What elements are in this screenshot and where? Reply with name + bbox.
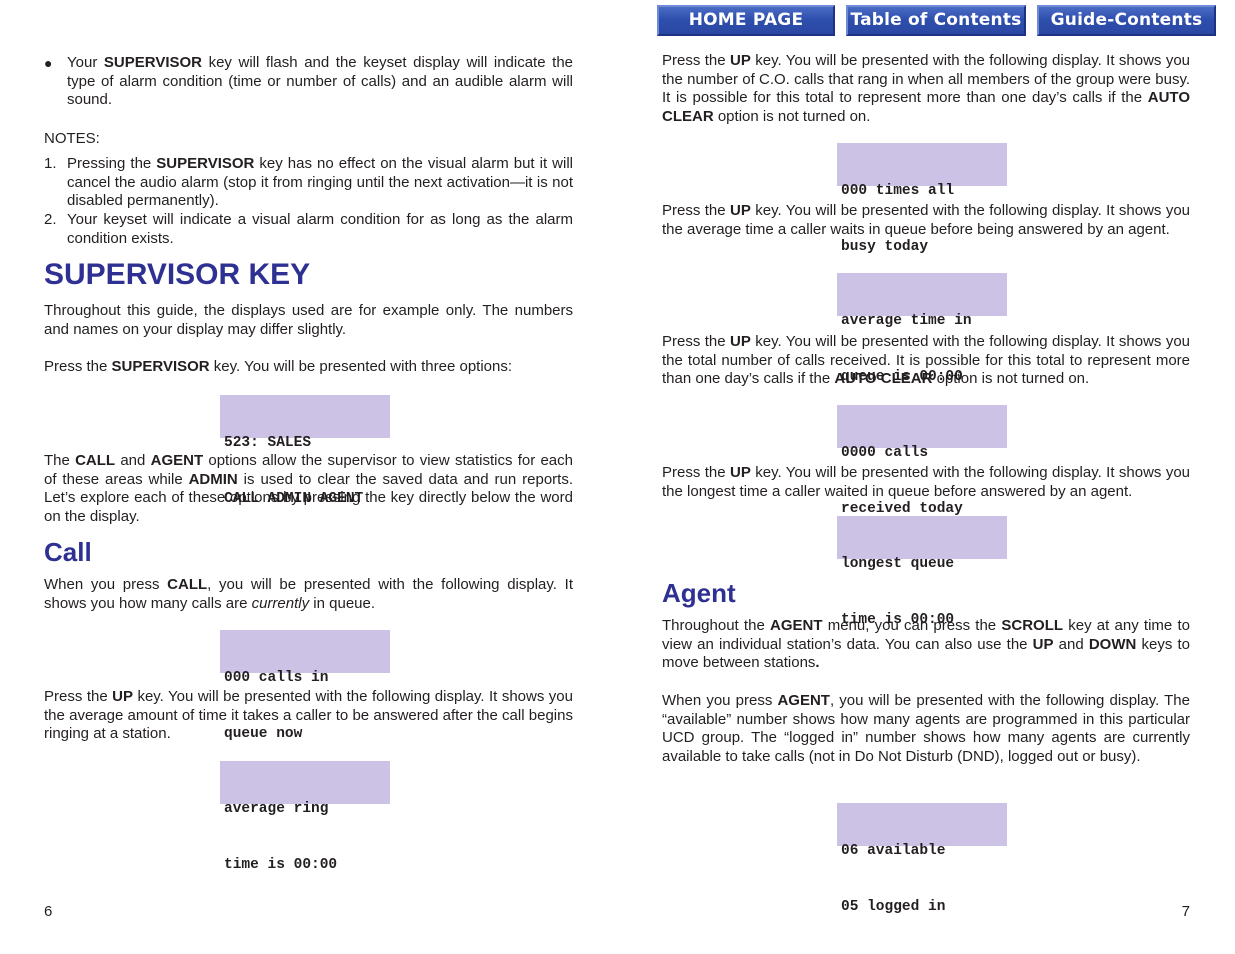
agent-scroll-paragraph: Throughout the AGENT menu, you can press… — [662, 617, 1190, 673]
up-total-paragraph: Press the UP key. You will be presented … — [662, 333, 1190, 389]
bold-text: UP — [1032, 635, 1054, 653]
bold-text: AUTO CLEAR — [834, 370, 933, 388]
lcd-line: busy today — [841, 238, 929, 255]
lcd-display-all-busy: 000 times all busy today — [837, 143, 1007, 255]
bold-text: CALL — [75, 452, 116, 469]
lcd-line: 000 times all — [841, 183, 955, 199]
text: Press the — [44, 358, 112, 375]
lcd-display-calls-received: 0000 calls received today — [837, 405, 1007, 517]
lcd-display-average-queue: average time in queue is 00:00 — [837, 273, 1007, 385]
lcd-line: 06 available — [841, 843, 946, 859]
bold-text: AGENT — [777, 692, 830, 709]
bold-text: UP — [730, 52, 751, 69]
note-item: 2. Your keyset will indicate a visual al… — [44, 211, 573, 248]
lcd-line: 000 calls in — [224, 670, 329, 686]
text: key. You will be presented with three op… — [209, 358, 513, 375]
text: Press the — [44, 688, 113, 705]
bold-text: UP — [112, 688, 133, 705]
bold-text: UP — [730, 464, 751, 481]
list-number: 1. — [44, 155, 57, 172]
bold-text: . — [815, 654, 820, 672]
section-heading-agent: Agent — [662, 578, 736, 608]
bold-text: ADMIN — [188, 470, 238, 488]
lcd-display-average-ring: average ring time is 00:00 — [220, 761, 390, 873]
bold-text: AGENT — [150, 452, 204, 469]
text: Your keyset will indicate a visual alarm… — [67, 211, 573, 247]
notes-label: NOTES: — [44, 130, 100, 147]
lcd-line: longest queue — [841, 556, 955, 572]
italic-text: currently — [251, 594, 310, 612]
text: The — [44, 452, 76, 469]
text: When you press — [44, 576, 168, 593]
call-paragraph: When you press CALL, you will be present… — [44, 576, 573, 613]
bold-text: CALL — [167, 576, 208, 593]
lcd-line: average ring — [224, 801, 329, 817]
page-left: ● Your SUPERVISOR key will flash and the… — [44, 0, 573, 954]
text: Press the — [662, 464, 730, 481]
text: Press the — [662, 202, 730, 219]
bold-text: DOWN — [1088, 635, 1137, 653]
up-longest-paragraph: Press the UP key. You will be presented … — [662, 464, 1190, 501]
list-number: 2. — [44, 211, 57, 228]
intro-paragraph: Throughout this guide, the displays used… — [44, 302, 573, 338]
options-paragraph: The CALL and AGENT options allow the sup… — [44, 452, 573, 527]
lcd-line: 05 logged in — [841, 898, 946, 915]
agent-display-paragraph: When you press AGENT, you will be presen… — [662, 692, 1190, 767]
text: option is not turned on. — [713, 108, 871, 126]
lcd-display-agents: 06 available 05 logged in — [837, 803, 1007, 915]
bullet-icon: ● — [44, 55, 53, 71]
text: Throughout the — [662, 617, 770, 634]
lcd-display-options: 523: SALES CALL ADMIN AGENT — [220, 395, 390, 507]
lcd-line: time is 00:00 — [224, 856, 338, 873]
text: Pressing the — [67, 155, 157, 172]
lcd-display-calls-in-queue: 000 calls in queue now — [220, 630, 390, 742]
text: Press the — [662, 333, 730, 350]
text: When you press — [662, 692, 778, 709]
note-item: 1. Pressing the SUPERVISOR key has no ef… — [44, 155, 573, 211]
text: and — [1053, 635, 1089, 653]
page-number: 7 — [1181, 903, 1190, 920]
bold-text: SUPERVISOR — [111, 358, 210, 375]
bold-text: UP — [730, 202, 751, 219]
bold-text: SUPERVISOR — [103, 54, 202, 71]
text: option is not turned on. — [932, 370, 1090, 388]
page-number: 6 — [44, 903, 53, 920]
text: menu, you can press the — [822, 617, 1002, 634]
up-ring-paragraph: Press the UP key. You will be presented … — [44, 688, 573, 744]
alarm-bullet: ● Your SUPERVISOR key will flash and the… — [44, 54, 573, 110]
text: Press the — [662, 52, 730, 69]
lcd-line: 523: SALES — [224, 435, 312, 451]
text: Your — [67, 54, 104, 71]
section-heading-supervisor-key: SUPERVISOR KEY — [44, 258, 311, 291]
text: in queue. — [309, 594, 376, 612]
lcd-line: 0000 calls — [841, 445, 929, 461]
page-right: Press the UP key. You will be presented … — [662, 0, 1190, 954]
lcd-line: average time in — [841, 313, 972, 329]
up-busy-paragraph: Press the UP key. You will be presented … — [662, 52, 1190, 127]
up-average-queue-paragraph: Press the UP key. You will be presented … — [662, 202, 1190, 239]
lcd-display-longest-queue: longest queue time is 00:00 — [837, 516, 1007, 628]
press-supervisor-paragraph: Press the SUPERVISOR key. You will be pr… — [44, 358, 573, 377]
bold-text: SUPERVISOR — [156, 155, 255, 172]
bold-text: SCROLL — [1001, 617, 1064, 634]
bold-text: AGENT — [770, 617, 823, 634]
section-heading-call: Call — [44, 537, 92, 567]
text: and — [115, 452, 151, 469]
bold-text: UP — [730, 333, 751, 350]
